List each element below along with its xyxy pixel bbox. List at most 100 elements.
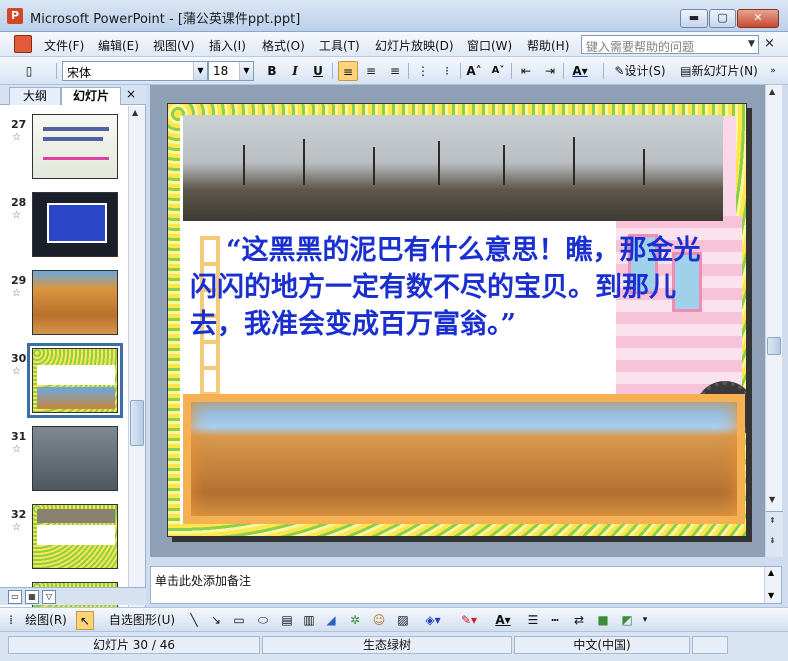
tree-shape xyxy=(643,149,645,185)
align-right-icon[interactable]: ≡ xyxy=(386,61,404,81)
scroll-down-icon[interactable]: ▼ xyxy=(769,495,775,504)
textbox-icon[interactable]: ▤ xyxy=(278,611,296,630)
slide-thumbnail[interactable] xyxy=(32,426,118,491)
increase-font-icon[interactable]: A˄ xyxy=(465,61,483,81)
slide-thumbnail-row[interactable]: 32 ☆ xyxy=(0,504,128,578)
font-size-select[interactable]: 18 ▼ xyxy=(208,61,254,81)
decrease-font-icon[interactable]: A˅ xyxy=(489,61,507,81)
align-left-icon[interactable]: ≡ xyxy=(338,61,358,81)
select-objects-icon[interactable]: ↖ xyxy=(76,611,94,630)
dash-style-icon[interactable]: ┅ xyxy=(546,611,564,630)
oval-icon[interactable]: ⬭ xyxy=(254,611,272,630)
toolbar-options-icon[interactable]: » xyxy=(766,61,780,81)
arrow-style-icon[interactable]: ⇄ xyxy=(570,611,588,630)
notes-pane[interactable]: 单击此处添加备注 ▲ ▼ xyxy=(150,566,782,604)
menu-window[interactable]: 窗口(W) xyxy=(467,37,512,54)
notes-placeholder[interactable]: 单击此处添加备注 xyxy=(155,572,251,589)
scroll-up-icon[interactable]: ▲ xyxy=(132,108,138,117)
minimize-button[interactable]: ▬ xyxy=(680,9,708,28)
menu-edit[interactable]: 编辑(E) xyxy=(98,37,139,54)
desert-photo[interactable] xyxy=(183,394,745,524)
font-color-icon[interactable]: A▾ xyxy=(490,611,516,630)
underline-button[interactable]: U xyxy=(309,61,327,81)
slide-thumbnail-row[interactable]: 29 ☆ xyxy=(0,270,128,344)
scrollbar-thumb[interactable] xyxy=(130,400,144,446)
new-document-icon[interactable]: ▯ xyxy=(20,61,38,81)
close-document-button[interactable]: × xyxy=(764,36,775,51)
font-name-select[interactable]: 宋体 ▼ xyxy=(62,61,208,81)
menu-tools[interactable]: 工具(T) xyxy=(319,37,360,54)
line-icon[interactable]: ╲ xyxy=(186,611,202,630)
scroll-down-icon[interactable]: ▼ xyxy=(768,591,774,600)
scroll-up-icon[interactable]: ▲ xyxy=(769,87,775,96)
tab-outline[interactable]: 大纲 xyxy=(9,87,61,105)
slide-number: 28 xyxy=(11,196,27,209)
slide-scrollbar[interactable]: ▲ ▼ ⇞ ⇟ xyxy=(765,85,783,557)
slide-sorter-view-icon[interactable]: ▦ xyxy=(25,590,39,604)
decrease-indent-icon[interactable]: ⇤ xyxy=(517,61,535,81)
align-center-icon[interactable]: ≡ xyxy=(362,61,380,81)
draw-menu-button[interactable]: 绘图(R) xyxy=(18,611,74,630)
close-window-button[interactable]: ✕ xyxy=(737,9,779,28)
notes-scrollbar[interactable]: ▲ ▼ xyxy=(764,567,781,603)
line-style-icon[interactable]: ☰ xyxy=(524,611,542,630)
design-button[interactable]: ✎设计(S) xyxy=(609,61,671,81)
slide-text-box[interactable]: “这黑黑的泥巴有什么意思！瞧，那金光闪闪的地方一定有数不尽的宝贝。到那儿去，我准… xyxy=(190,232,710,343)
arrow-icon[interactable]: ↘ xyxy=(208,611,224,630)
slide-thumbnail[interactable] xyxy=(32,192,118,257)
chevron-down-icon[interactable]: ▼ xyxy=(239,62,253,80)
document-icon[interactable] xyxy=(14,35,32,53)
rectangle-icon[interactable]: ▭ xyxy=(230,611,248,630)
menu-file[interactable]: 文件(F) xyxy=(44,37,84,54)
line-color-icon[interactable]: ✎▾ xyxy=(456,611,482,630)
picture-icon[interactable]: ▨ xyxy=(394,611,412,630)
shadow-style-icon[interactable]: ■ xyxy=(594,611,612,630)
numbering-icon[interactable]: ⋮ xyxy=(414,61,432,81)
slide-thumbnail[interactable] xyxy=(32,504,118,569)
tab-slides[interactable]: 幻灯片 xyxy=(61,87,121,105)
menu-help[interactable]: 帮助(H) xyxy=(527,37,569,54)
toolbar-separator xyxy=(408,63,409,79)
slides-scrollbar[interactable]: ▲ ▼ xyxy=(128,106,145,608)
barren-trees-photo[interactable] xyxy=(183,115,723,221)
bold-button[interactable]: B xyxy=(263,61,281,81)
maximize-button[interactable]: ▢ xyxy=(709,9,736,28)
star-icon: ☆ xyxy=(12,522,21,533)
vertical-textbox-icon[interactable]: ▥ xyxy=(300,611,318,630)
font-color-icon[interactable]: A▾ xyxy=(569,61,591,81)
scroll-up-icon[interactable]: ▲ xyxy=(768,568,774,577)
menu-insert[interactable]: 插入(I) xyxy=(209,37,246,54)
wordart-icon[interactable]: ◢ xyxy=(322,611,340,630)
slide-thumbnail-selected[interactable] xyxy=(27,343,123,418)
slideshow-view-icon[interactable]: ▽ xyxy=(42,590,56,604)
toolbar-separator xyxy=(332,63,333,79)
toolbar-options-icon[interactable]: ▾ xyxy=(640,611,650,630)
3d-style-icon[interactable]: ◩ xyxy=(618,611,636,630)
fill-color-icon[interactable]: ◈▾ xyxy=(420,611,446,630)
clipart-icon[interactable]: ☺ xyxy=(370,611,388,630)
current-slide[interactable]: “这黑黑的泥巴有什么意思！瞧，那金光闪闪的地方一定有数不尽的宝贝。到那儿去，我准… xyxy=(167,103,747,537)
slide-thumbnail-row[interactable]: 27 ☆ xyxy=(0,114,128,188)
previous-slide-icon[interactable]: ⇞ xyxy=(769,516,776,525)
slide-thumbnail-row[interactable]: 28 ☆ xyxy=(0,192,128,266)
slide-thumbnail-row[interactable]: 31 ☆ xyxy=(0,426,128,500)
bullets-icon[interactable]: ⁝ xyxy=(438,61,456,81)
slide-thumbnail[interactable] xyxy=(32,114,118,179)
normal-view-icon[interactable]: ▭ xyxy=(8,590,22,604)
close-pane-button[interactable]: × xyxy=(126,87,136,101)
autoshapes-button[interactable]: 自选图形(U) xyxy=(102,611,182,630)
diagram-icon[interactable]: ✲ xyxy=(346,611,364,630)
menu-format[interactable]: 格式(O) xyxy=(262,37,305,54)
next-slide-icon[interactable]: ⇟ xyxy=(769,536,776,545)
menu-slideshow[interactable]: 幻灯片放映(D) xyxy=(375,37,454,54)
slide-thumbnail[interactable] xyxy=(32,270,118,335)
increase-indent-icon[interactable]: ⇥ xyxy=(541,61,559,81)
help-search-input[interactable]: 键入需要帮助的问题 xyxy=(581,35,759,54)
chevron-down-icon[interactable]: ▼ xyxy=(193,62,207,80)
chevron-down-icon[interactable]: ▼ xyxy=(745,36,758,52)
scrollbar-thumb[interactable] xyxy=(767,337,781,355)
menu-view[interactable]: 视图(V) xyxy=(153,37,195,54)
italic-button[interactable]: I xyxy=(286,61,304,81)
new-slide-button[interactable]: ▤新幻灯片(N) xyxy=(675,61,763,81)
slide-thumbnail-row[interactable]: 30 ☆ xyxy=(0,343,128,422)
